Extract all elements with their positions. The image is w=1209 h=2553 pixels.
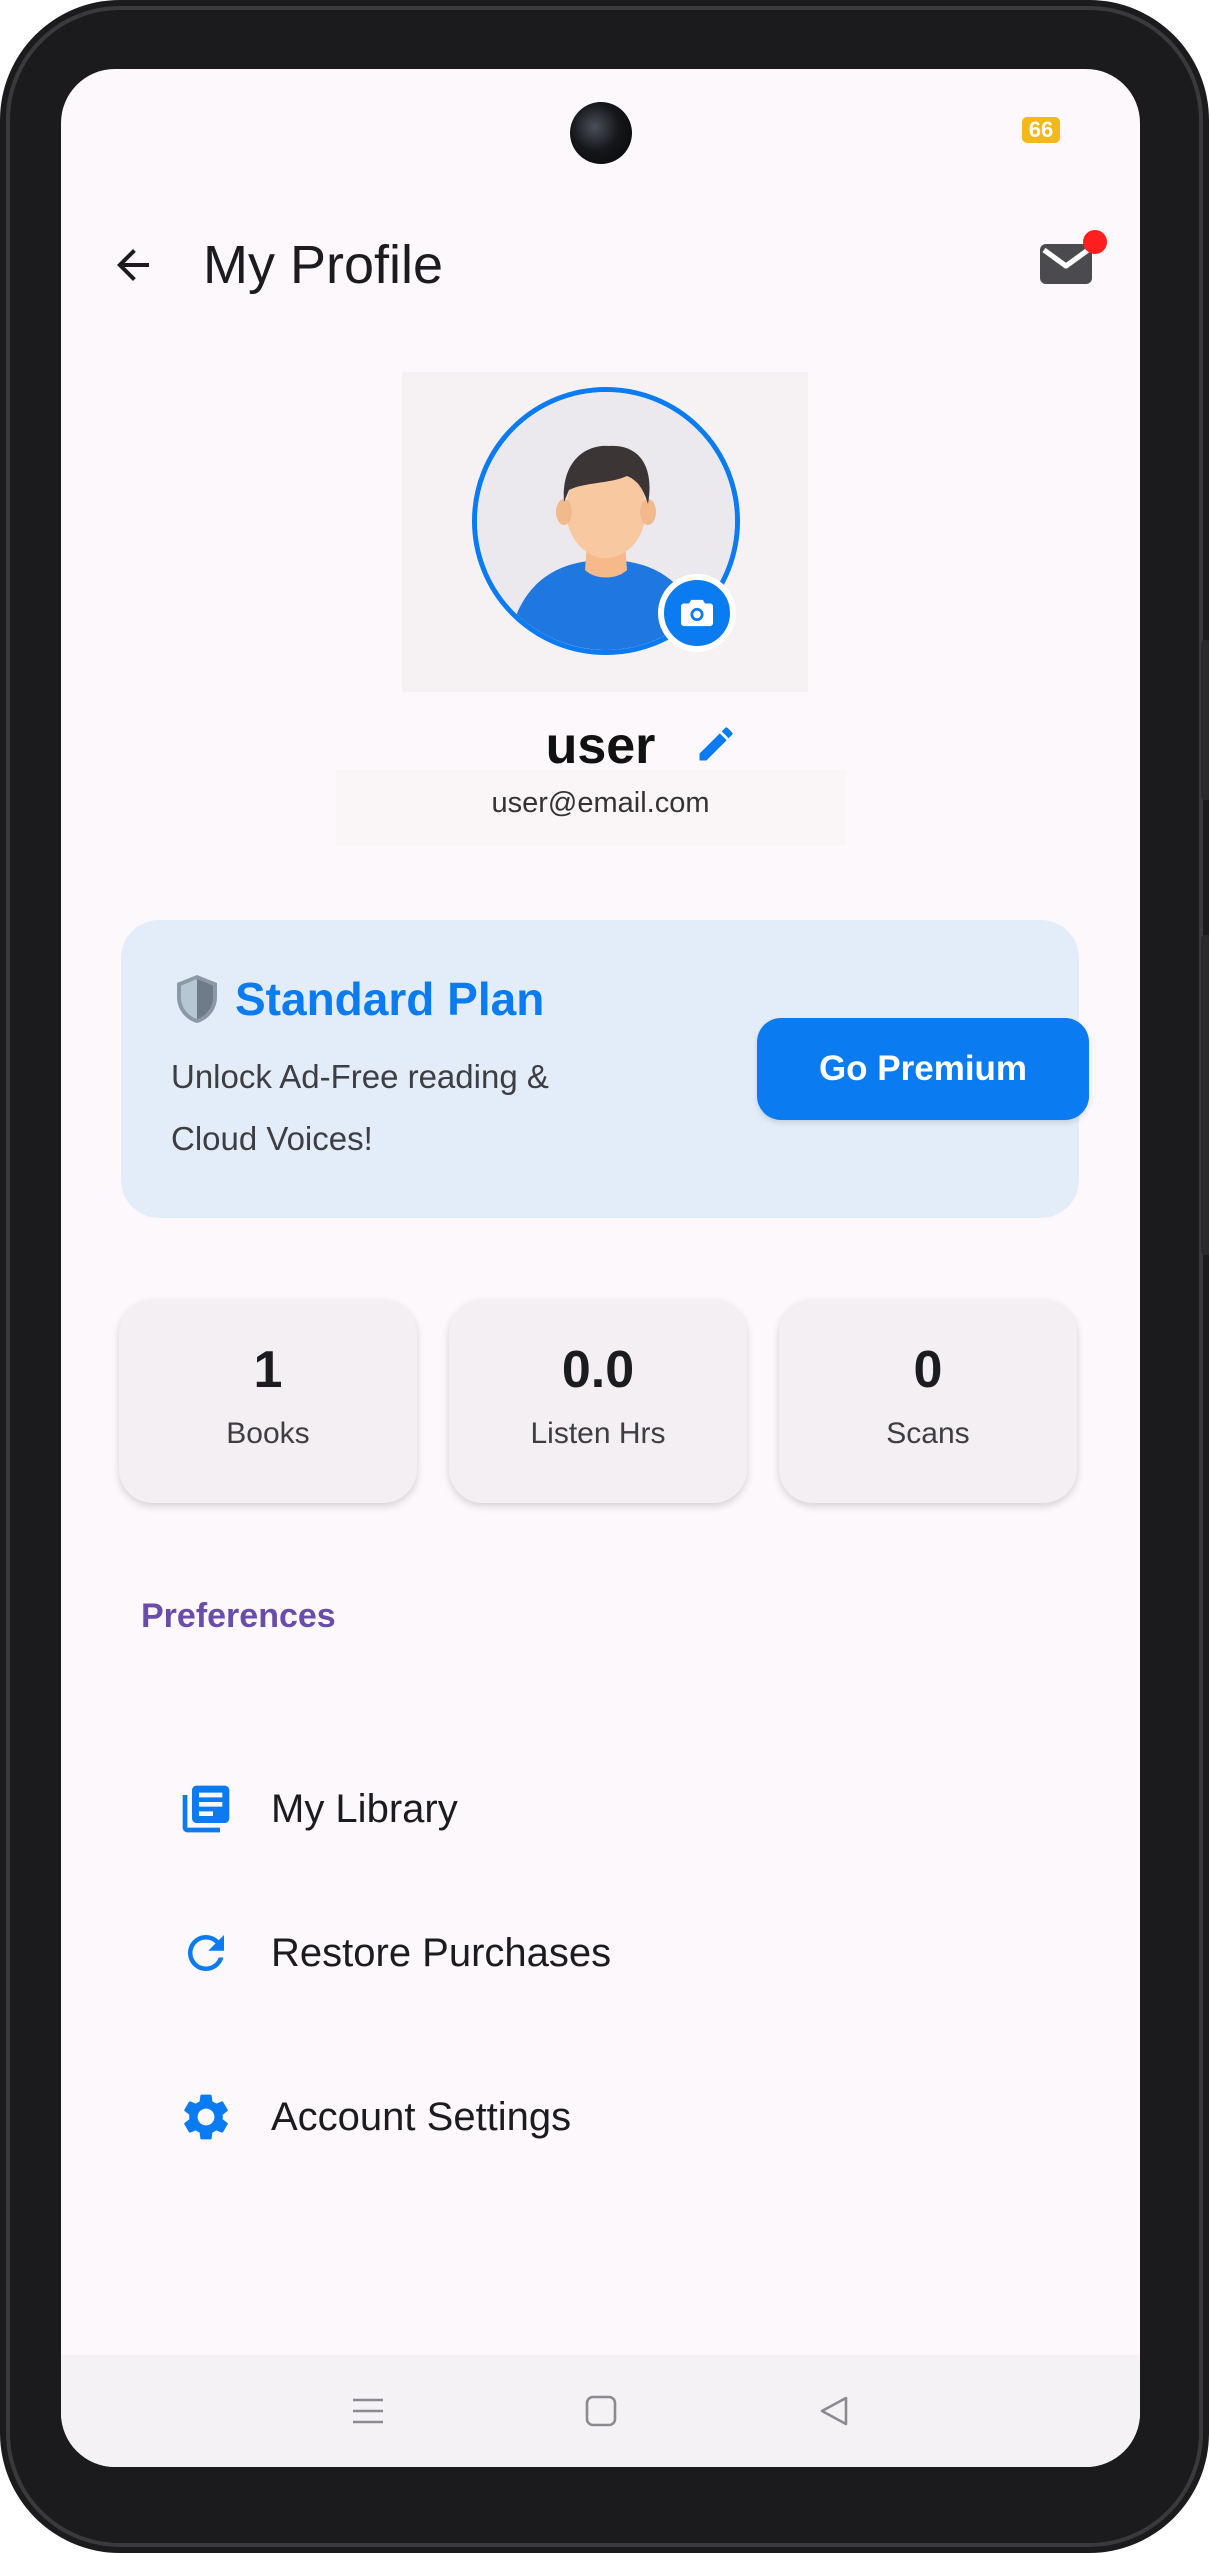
menu-lines-icon [353, 2398, 383, 2424]
gear-icon [171, 2082, 241, 2152]
menu-item-my-library[interactable]: My Library [141, 1754, 1061, 1864]
library-icon [171, 1774, 241, 1844]
menu-label: Account Settings [271, 2094, 572, 2139]
go-premium-button[interactable]: Go Premium [757, 1018, 1089, 1120]
page-title: My Profile [203, 235, 444, 295]
refresh-icon [171, 1918, 241, 1988]
recent-apps-button[interactable] [333, 2379, 403, 2443]
front-camera [570, 102, 632, 164]
system-nav-bar [61, 2355, 1140, 2467]
plan-title-row: Standard Plan [175, 972, 544, 1026]
preferences-heading: Preferences [141, 1597, 336, 1635]
camera-icon [681, 599, 713, 627]
notification-dot [1083, 230, 1107, 254]
plan-title: Standard Plan [235, 973, 545, 1025]
screen: 66 My Profile user user@email.com Standa… [61, 69, 1140, 2467]
phone-frame: 66 My Profile user user@email.com Standa… [0, 0, 1209, 2553]
edit-name-button[interactable] [686, 714, 746, 774]
plan-card: Standard Plan Unlock Ad-Free reading & C… [121, 920, 1089, 1218]
shield-icon [177, 975, 217, 1023]
stat-label: Scans [886, 1417, 970, 1450]
power-button [1201, 640, 1209, 800]
user-email: user@email.com [491, 787, 710, 819]
change-photo-button[interactable] [658, 574, 736, 652]
plan-description: Unlock Ad-Free reading & Cloud Voices! [171, 1058, 549, 1157]
stat-card-listen-hours: 0.0 Listen Hrs [449, 1300, 747, 1503]
menu-label: My Library [271, 1786, 458, 1831]
menu-label: Restore Purchases [271, 1930, 612, 1975]
pencil-icon [699, 727, 733, 761]
stat-value: 0 [913, 1341, 943, 1399]
triangle-back-icon [820, 2396, 848, 2426]
menu-item-account-settings[interactable]: Account Settings [141, 2062, 1061, 2172]
arrow-left-icon [117, 249, 149, 281]
battery-indicator: 66 [1022, 117, 1060, 143]
stat-card-books: 1 Books [119, 1300, 417, 1503]
stat-card-scans: 0 Scans [779, 1300, 1077, 1503]
back-nav-button[interactable] [799, 2379, 869, 2443]
volume-button [1201, 935, 1209, 1255]
stat-label: Listen Hrs [530, 1417, 666, 1450]
stat-value: 0.0 [561, 1341, 635, 1399]
stat-value: 1 [253, 1341, 283, 1399]
menu-item-restore-purchases[interactable]: Restore Purchases [141, 1898, 1061, 2008]
back-button[interactable] [97, 229, 169, 301]
home-button[interactable] [566, 2379, 636, 2443]
square-icon [585, 2395, 617, 2427]
stat-label: Books [226, 1417, 310, 1450]
